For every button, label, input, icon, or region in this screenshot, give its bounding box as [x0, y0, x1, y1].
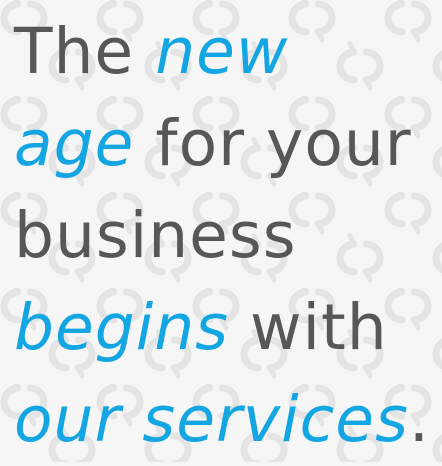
headline-accent-new: new — [155, 15, 289, 88]
headline-word-the: The — [14, 15, 156, 88]
headline-accent-age: age — [14, 107, 135, 180]
headline-accent-our-services: our services — [14, 383, 409, 456]
headline-period: . — [408, 383, 430, 456]
headline-line-2: age for your — [14, 98, 442, 190]
headline: The new age for your business begins wit… — [14, 6, 442, 466]
headline-line-4: begins with — [14, 282, 442, 374]
headline-line-5: our services. — [14, 374, 442, 466]
headline-line-3: business — [14, 190, 442, 282]
headline-word-with: with — [229, 291, 388, 364]
headline-words-for-your: for your — [134, 107, 412, 180]
headline-accent-begins: begins — [14, 291, 229, 364]
headline-word-business: business — [14, 199, 297, 272]
headline-line-1: The new — [14, 6, 442, 98]
